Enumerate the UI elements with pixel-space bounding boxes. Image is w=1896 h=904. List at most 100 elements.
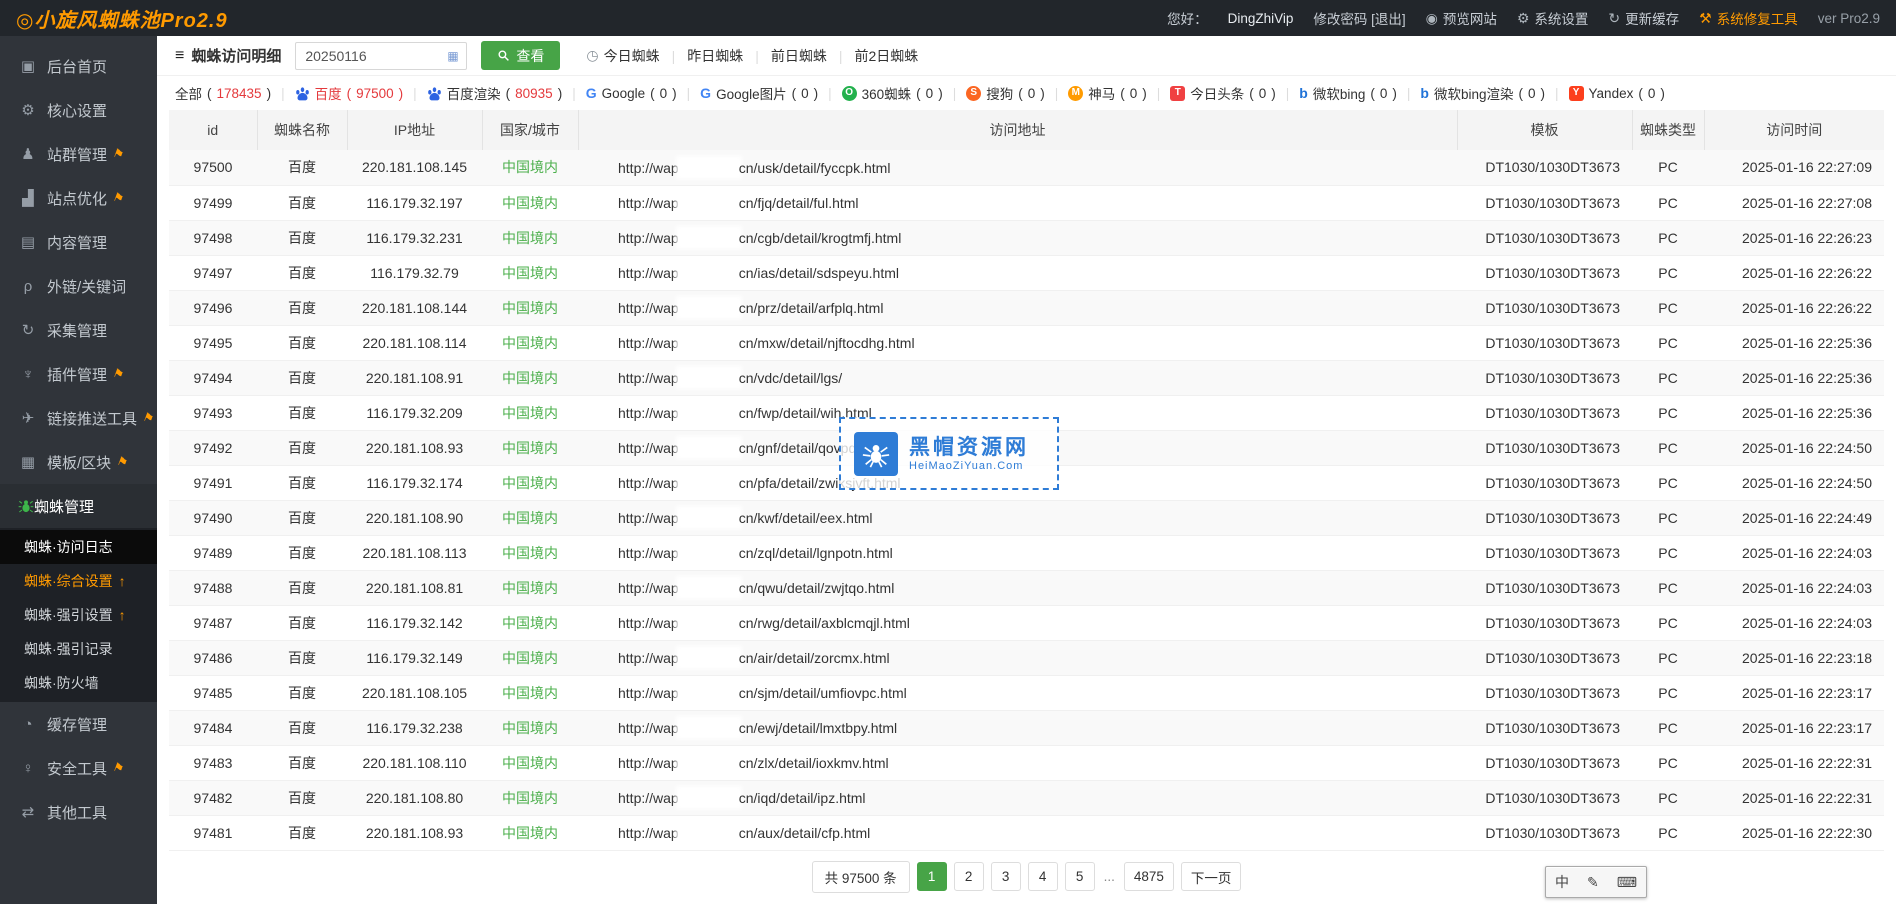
ime-keyboard-icon[interactable]: ⌨ <box>1617 874 1637 891</box>
filter-count: 0 <box>1648 86 1656 101</box>
table-row: 97489百度220.181.108.113中国境内http://wapcn/z… <box>169 535 1884 570</box>
sidebar-item-8[interactable]: ✈链接推送工具⚑ <box>0 396 157 440</box>
page-button-4875[interactable]: 4875 <box>1124 862 1174 891</box>
cell-template: DT1030/1030DT3673 <box>1457 780 1632 815</box>
cell-template: DT1030/1030DT3673 <box>1457 360 1632 395</box>
greeting-label: 您好： <box>1167 8 1208 28</box>
sidebar-item-7[interactable]: ♆插件管理⚑ <box>0 352 157 396</box>
page-button-1[interactable]: 1 <box>917 862 947 891</box>
sidebar-item-4[interactable]: ▤内容管理 <box>0 220 157 264</box>
quick-link-2[interactable]: 前日蜘蛛 <box>759 46 839 66</box>
cell-country: 中国境内 <box>482 255 578 290</box>
filter-9[interactable]: b微软bing(0) <box>1299 83 1397 103</box>
page-button-2[interactable]: 2 <box>954 862 984 891</box>
page-button-5[interactable]: 5 <box>1065 862 1095 891</box>
submenu-item-4[interactable]: 蜘蛛·防火墙 <box>0 666 157 700</box>
filter-0[interactable]: 全部(178435) <box>175 83 271 103</box>
next-page-button[interactable]: 下一页 <box>1181 862 1242 891</box>
sidebar-item-3[interactable]: ▟站点优化⚑ <box>0 176 157 220</box>
url-path: cn/sjm/detail/umfiovpc.html <box>739 685 907 701</box>
topbar-item-label: 修改密码 [退出] <box>1313 8 1405 28</box>
cell-spider-type: PC <box>1632 290 1704 325</box>
cell-ip: 116.179.32.174 <box>347 465 482 500</box>
cell-template: DT1030/1030DT3673 <box>1457 395 1632 430</box>
cell-visit-time: 2025-01-16 22:24:03 <box>1704 570 1884 605</box>
url-path: cn/usk/detail/fyccpk.html <box>739 160 891 176</box>
toolbar-title: ≡ 蜘蛛访问明细 <box>175 45 281 66</box>
preview-icon: ◉ <box>1426 10 1438 27</box>
sidebar-item-1[interactable]: ⚙核心设置 <box>0 88 157 132</box>
submenu-item-2[interactable]: 蜘蛛·强引设置↑ <box>0 598 157 632</box>
topbar-item-4[interactable]: ⚒系统修复工具 <box>1699 8 1798 28</box>
ime-toolbar[interactable]: 中 ✎ ⌨ <box>1545 866 1647 898</box>
cell-spider-name: 百度 <box>257 535 347 570</box>
cell-id: 97493 <box>169 395 257 430</box>
cell-template: DT1030/1030DT3673 <box>1457 675 1632 710</box>
filter-2[interactable]: 百度渲染(80935) <box>427 83 563 103</box>
cell-country: 中国境内 <box>482 185 578 220</box>
ime-lang-indicator[interactable]: 中 <box>1555 872 1569 892</box>
filter-8[interactable]: T今日头条(0) <box>1170 83 1276 103</box>
quick-link-3[interactable]: 前2日蜘蛛 <box>843 46 931 66</box>
sidebar-item-5[interactable]: ρ外链/关键词 <box>0 264 157 308</box>
sidebar-item-12[interactable]: ♀安全工具⚑ <box>0 746 157 790</box>
url-prefix: http://wap <box>618 790 679 806</box>
sidebar-item-6[interactable]: ↻采集管理 <box>0 308 157 352</box>
filter-10[interactable]: b微软bing渲染(0) <box>1420 83 1545 103</box>
cell-spider-name: 百度 <box>257 500 347 535</box>
table-row: 97498百度116.179.32.231中国境内http://wapcn/cg… <box>169 220 1884 255</box>
cell-visit-time: 2025-01-16 22:22:31 <box>1704 780 1884 815</box>
filter-label: 神马 <box>1088 83 1115 103</box>
page-button-4[interactable]: 4 <box>1028 862 1058 891</box>
url-prefix: http://wap <box>618 265 679 281</box>
page-button-3[interactable]: 3 <box>991 862 1021 891</box>
filter-close-paren: ) <box>1142 86 1147 101</box>
separator: | <box>687 86 691 101</box>
url-prefix: http://wap <box>618 545 679 561</box>
url-path: cn/ewj/detail/lmxtbpy.html <box>739 720 897 736</box>
topbar-item-1[interactable]: ◉预览网站 <box>1426 8 1497 28</box>
url-prefix: http://wap <box>618 405 679 421</box>
separator: | <box>1407 86 1411 101</box>
cell-ip: 116.179.32.142 <box>347 605 482 640</box>
sidebar-item-11[interactable]: ◔缓存管理 <box>0 702 157 746</box>
table-row: 97497百度116.179.32.79中国境内http://wapcn/ias… <box>169 255 1884 290</box>
pin-icon: ⚑ <box>111 366 126 383</box>
cell-visit-time: 2025-01-16 22:27:08 <box>1704 185 1884 220</box>
page-title: 蜘蛛访问明细 <box>191 45 281 66</box>
sidebar-item-label: 后台首页 <box>47 56 107 77</box>
sidebar-item-9[interactable]: ▦模板/区块⚑ <box>0 440 157 484</box>
filter-1[interactable]: 百度(97500) <box>295 83 404 103</box>
censored-domain <box>679 509 739 526</box>
submenu-item-0[interactable]: 蜘蛛·访问日志 <box>0 530 157 564</box>
view-button[interactable]: 查看 <box>481 41 560 70</box>
submenu-item-3[interactable]: 蜘蛛·强引记录 <box>0 632 157 666</box>
filter-4[interactable]: GGoogle图片(0) <box>700 83 818 103</box>
list-icon: ≡ <box>175 47 184 65</box>
submenu-item-1[interactable]: 蜘蛛·综合设置↑ <box>0 564 157 598</box>
sidebar-item-2[interactable]: ♟站群管理⚑ <box>0 132 157 176</box>
quick-link-1[interactable]: 昨日蜘蛛 <box>675 46 755 66</box>
filter-6[interactable]: S搜狗(0) <box>966 83 1045 103</box>
sidebar-item-10[interactable]: 蜘蛛管理 <box>0 484 157 528</box>
cell-spider-type: PC <box>1632 465 1704 500</box>
topbar-item-2[interactable]: ⚙系统设置 <box>1517 8 1589 28</box>
topbar-item-0[interactable]: 修改密码 [退出] <box>1313 8 1405 28</box>
topbar-item-label: 系统设置 <box>1534 8 1588 28</box>
table-row: 97496百度220.181.108.144中国境内http://wapcn/p… <box>169 290 1884 325</box>
cell-url: http://wapcn/aux/detail/cfp.html <box>578 815 1457 850</box>
calendar-icon[interactable]: ▦ <box>447 49 461 63</box>
filter-3[interactable]: GGoogle(0) <box>586 86 677 101</box>
filter-7[interactable]: M神马(0) <box>1068 83 1147 103</box>
filter-11[interactable]: YYandex(0) <box>1569 86 1665 101</box>
separator: | <box>413 86 417 101</box>
app-logo: ◎小旋风蜘蛛池Pro2.9 <box>16 4 228 33</box>
sidebar-item-0[interactable]: ▣后台首页 <box>0 44 157 88</box>
topbar-item-3[interactable]: ↻更新缓存 <box>1608 8 1679 28</box>
date-input[interactable] <box>295 42 467 70</box>
quick-link-0[interactable]: ◷今日蜘蛛 <box>574 46 671 66</box>
sidebar-item-13[interactable]: ⇄其他工具 <box>0 790 157 834</box>
cell-spider-type: PC <box>1632 815 1704 850</box>
filter-5[interactable]: O360蜘蛛(0) <box>842 83 943 103</box>
ime-pen-icon[interactable]: ✎ <box>1587 874 1599 891</box>
